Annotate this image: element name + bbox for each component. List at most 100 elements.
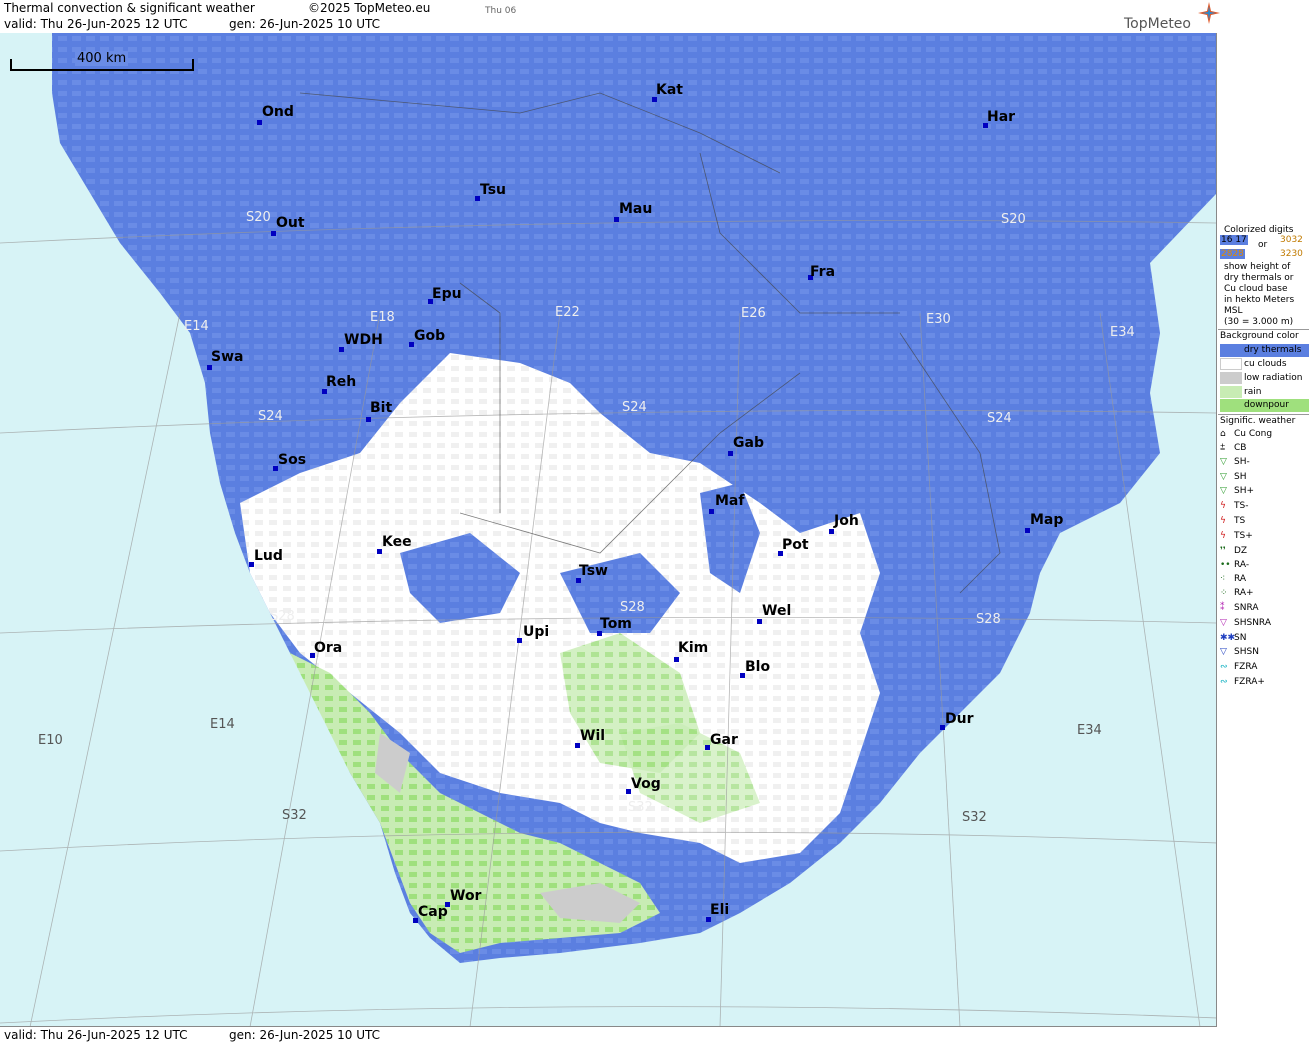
legend-digits-example: 3230 (1280, 249, 1303, 259)
weather-map[interactable]: 400 km E14 E18 E22 E26 E30 E34 S20 S20 S… (0, 33, 1217, 1027)
city-label[interactable]: Vog (631, 776, 661, 792)
gridlabel: E10 (38, 733, 63, 748)
logo-text[interactable]: TopMeteo (1124, 16, 1191, 32)
rain-light-icon: •• (1220, 560, 1231, 570)
drizzle-icon: ❜❜ (1220, 546, 1226, 556)
city-label[interactable]: WDH (344, 332, 383, 348)
gridlabel: S20 (246, 210, 271, 225)
legend-wx-item: DZ (1234, 546, 1248, 556)
legend-wx-item: Cu Cong (1234, 429, 1273, 439)
legend-digits-example: 2828 (1220, 249, 1245, 259)
legend-digits-desc: show height of (1224, 262, 1291, 272)
city-label[interactable]: Tom (600, 616, 632, 632)
legend-bg-item: rain (1244, 387, 1262, 397)
cu-cong-icon: ⌂ (1220, 429, 1226, 439)
gridlabel: S32 (628, 800, 653, 815)
city-label[interactable]: Maf (715, 493, 744, 509)
legend-wx-item: RA- (1234, 560, 1250, 570)
gridlabel: E34 (1110, 325, 1135, 340)
legend-bg-item: dry thermals (1244, 345, 1302, 355)
legend-digits-desc: dry thermals or (1224, 273, 1294, 283)
legend-wx-title: Signific. weather (1220, 416, 1296, 426)
city-label[interactable]: Ond (262, 104, 294, 120)
rain-heavy-icon: ⁘ (1220, 588, 1228, 598)
shower-light-icon: ▽ (1220, 457, 1227, 467)
legend-digits-example: 3032 (1280, 235, 1303, 245)
city-label[interactable]: Map (1030, 512, 1063, 528)
thunderstorm-heavy-icon: ϟ (1220, 531, 1226, 541)
city-label[interactable]: Joh (834, 513, 859, 529)
map-canvas (0, 33, 1216, 1026)
compass-star-icon (1198, 2, 1220, 24)
gridlabel: E30 (926, 312, 951, 327)
city-label[interactable]: Tsu (480, 182, 506, 198)
snow-rain-icon: ⁑ (1220, 603, 1225, 613)
footer-valid-time: valid: Thu 26-Jun-2025 12 UTC (4, 1028, 188, 1042)
legend-digits-desc: in hekto Meters (1224, 295, 1295, 305)
legend-wx-item: TS- (1234, 501, 1249, 511)
legend-bg-item: cu clouds (1244, 359, 1287, 369)
city-label[interactable]: Gob (414, 328, 445, 344)
map-title: Thermal convection & significant weather (4, 1, 255, 15)
legend-bg-item: downpour (1244, 400, 1289, 410)
shower-heavy-icon: ▽ (1220, 486, 1227, 496)
city-label[interactable]: Wor (450, 888, 481, 904)
city-label[interactable]: Gar (710, 732, 738, 748)
city-label[interactable]: Bit (370, 400, 392, 416)
city-label[interactable]: Dur (945, 711, 974, 727)
gridlabel: S28 (270, 609, 295, 624)
city-label[interactable]: Pot (782, 537, 809, 553)
cb-icon: ⩲ (1220, 443, 1226, 453)
city-label[interactable]: Tsw (579, 563, 608, 579)
city-label[interactable]: Reh (326, 374, 356, 390)
city-label[interactable]: Har (987, 109, 1015, 125)
legend-bg-title: Background color (1220, 331, 1299, 341)
gridlabel: E34 (1077, 723, 1102, 738)
legend-digits-desc: Cu cloud base (1224, 284, 1288, 294)
city-label[interactable]: Epu (432, 286, 462, 302)
city-label[interactable]: Sos (278, 452, 306, 468)
city-label[interactable]: Swa (211, 349, 243, 365)
gridlabel: E14 (184, 319, 209, 334)
copyright-text: ©2025 TopMeteo.eu (308, 1, 431, 15)
legend-wx-item: SH+ (1234, 486, 1255, 496)
legend-wx-item: SNRA (1234, 603, 1259, 613)
city-label[interactable]: Lud (254, 548, 283, 564)
gridlabel: E22 (555, 305, 580, 320)
gridlabel: S24 (622, 400, 647, 415)
rain-icon: ⁖ (1220, 574, 1226, 584)
thunderstorm-light-icon: ϟ (1220, 501, 1226, 511)
legend-wx-item: TS (1234, 516, 1246, 526)
valid-time: valid: Thu 26-Jun-2025 12 UTC (4, 17, 188, 31)
gridlabel: E26 (741, 306, 766, 321)
city-label[interactable]: Kee (382, 534, 412, 550)
freezing-rain-icon: ∾ (1220, 662, 1228, 672)
city-label[interactable]: Blo (745, 659, 770, 675)
legend-digits-example: 16 17 (1220, 235, 1248, 245)
city-label[interactable]: Eli (710, 902, 729, 918)
shower-icon: ▽ (1220, 472, 1227, 482)
legend-wx-item: SH (1234, 472, 1247, 482)
city-label[interactable]: Wil (580, 728, 605, 744)
city-label[interactable]: Ora (314, 640, 342, 656)
gridlabel: S20 (1001, 212, 1026, 227)
legend-digits-title: Colorized digits (1224, 225, 1294, 235)
city-label[interactable]: Fra (810, 264, 835, 280)
city-label[interactable]: Kim (678, 640, 708, 656)
city-label[interactable]: Wel (762, 603, 791, 619)
legend-wx-item: SN (1234, 633, 1247, 643)
city-label[interactable]: Gab (733, 435, 764, 451)
map-legend: Colorized digits 16 17 or 3032 2828 3230… (1218, 33, 1309, 1027)
city-label[interactable]: Cap (418, 904, 448, 920)
gridlabel: E14 (210, 717, 235, 732)
legend-digits-desc: MSL (1224, 306, 1243, 316)
gridlabel: E18 (370, 310, 395, 325)
gridlabel: S28 (620, 600, 645, 615)
city-label[interactable]: Mau (619, 201, 652, 217)
city-label[interactable]: Upi (523, 624, 549, 640)
city-label[interactable]: Kat (656, 82, 683, 98)
legend-wx-item: RA+ (1234, 588, 1254, 598)
freezing-rain-heavy-icon: ∾ (1220, 677, 1228, 687)
gen-time: gen: 26-Jun-2025 10 UTC (229, 17, 381, 31)
city-label[interactable]: Out (276, 215, 305, 231)
